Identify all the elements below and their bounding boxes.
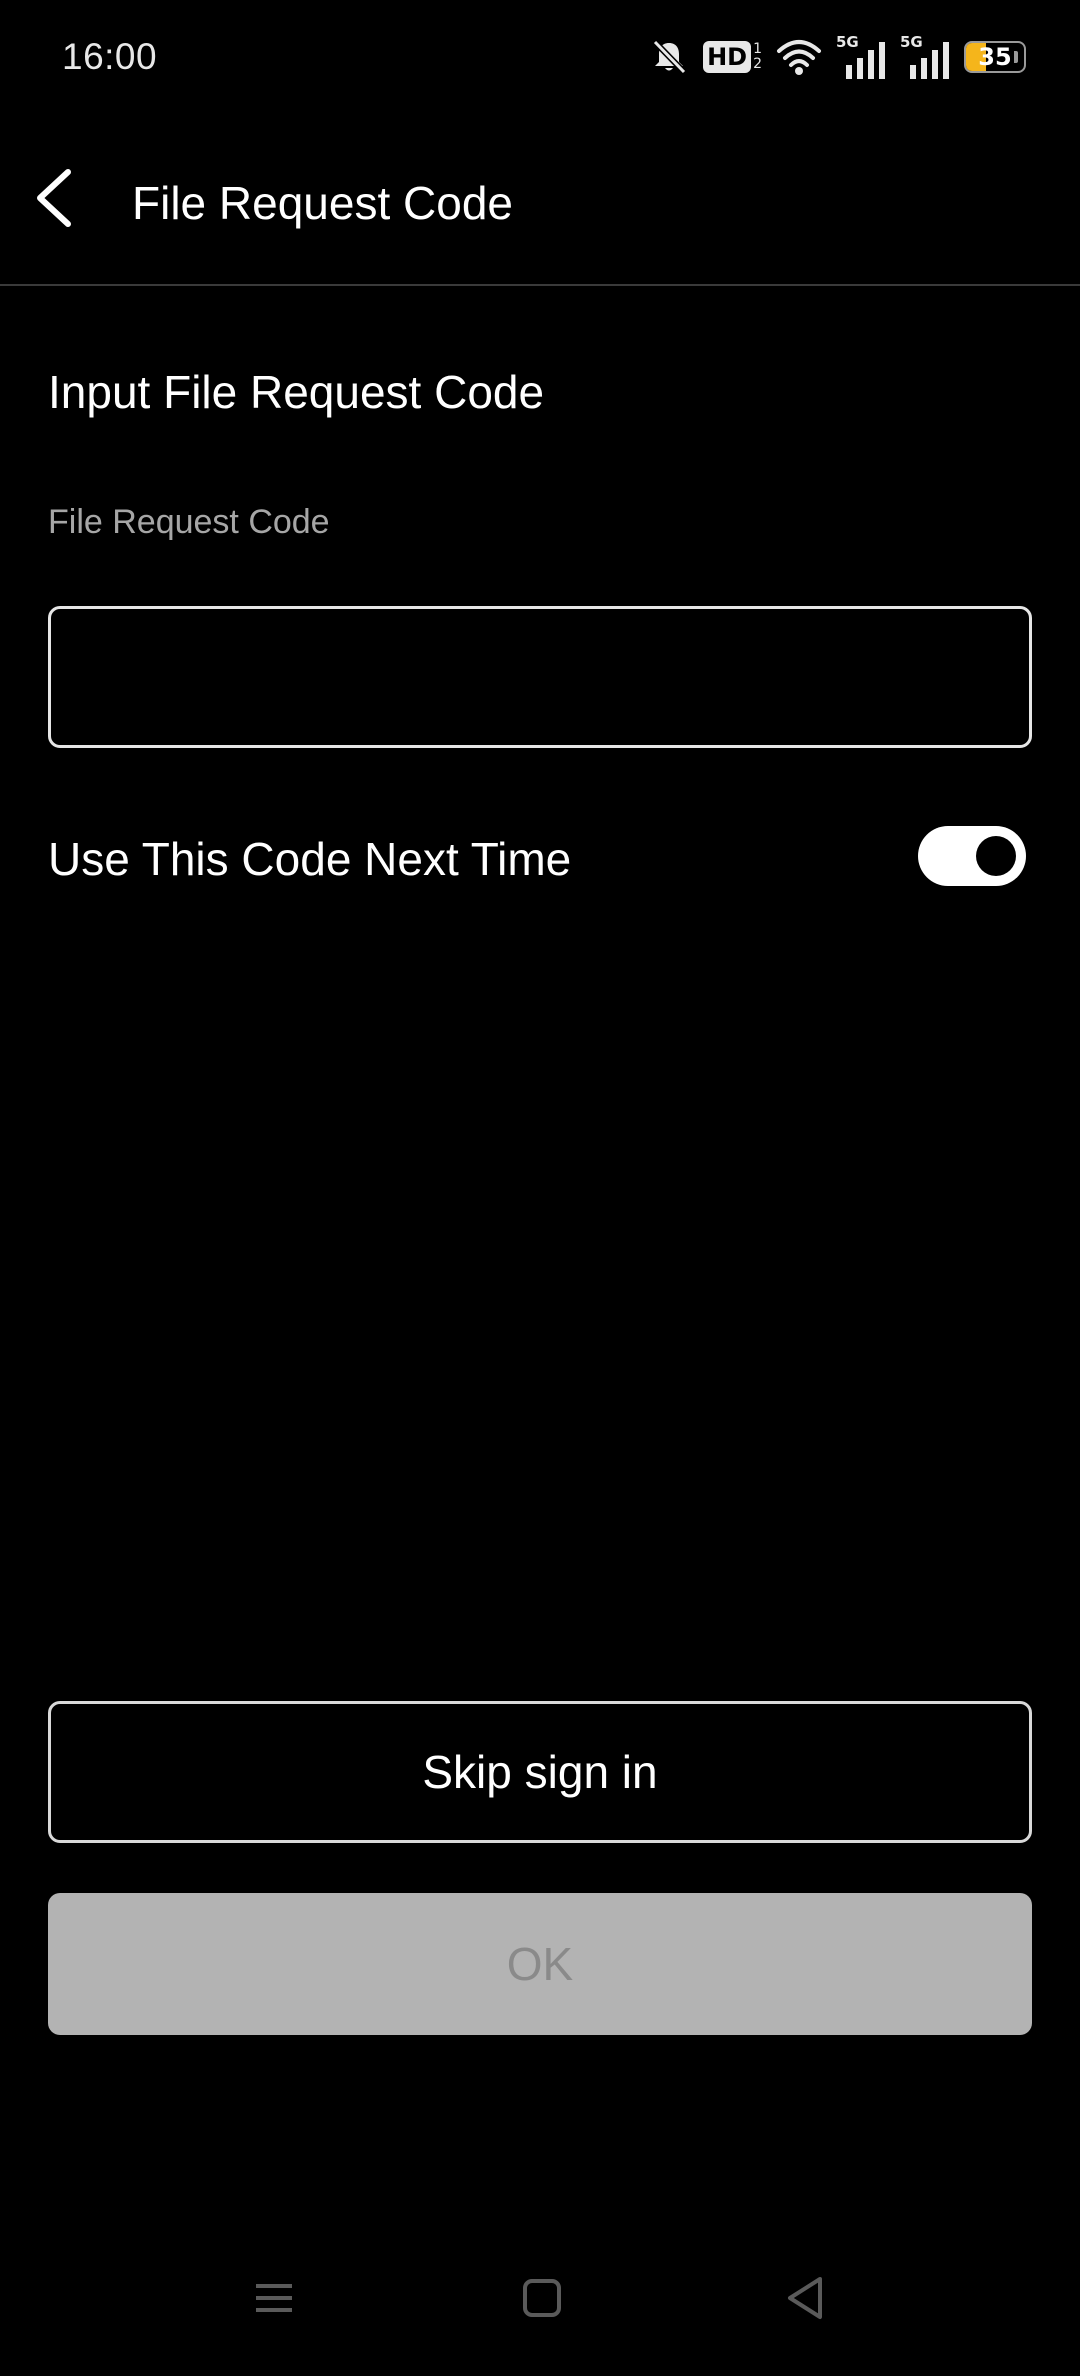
skip-sign-in-button[interactable]: Skip sign in [48, 1701, 1032, 1843]
signal-5g-icon: 5G [836, 33, 886, 79]
ok-button[interactable]: OK [48, 1893, 1032, 2035]
toggle-knob [976, 836, 1016, 876]
battery-percent: 35 [978, 43, 1012, 71]
code-field-label: File Request Code [48, 503, 330, 541]
hd-sub: 1 2 [753, 42, 762, 72]
signal-5g-icon: 5G [900, 33, 950, 79]
use-code-next-time-label: Use This Code Next Time [48, 833, 572, 885]
back-button[interactable] [14, 160, 94, 240]
file-request-code-input[interactable] [48, 606, 1032, 748]
system-nav-bar [0, 2250, 1080, 2376]
app-bar: File Request Code [0, 120, 1080, 286]
hd-sub-bottom: 2 [753, 56, 762, 72]
status-time: 16:00 [62, 36, 158, 77]
section-title: Input File Request Code [48, 366, 545, 418]
status-bar: 16:00 HD 1 2 5G 5G 35 [0, 0, 1080, 120]
back-triangle-icon [786, 2276, 826, 2325]
page-title: File Request Code [132, 177, 513, 229]
home-square-icon [522, 2278, 562, 2323]
hd-label: HD [703, 41, 752, 73]
use-code-next-time-row: Use This Code Next Time [48, 812, 1032, 904]
nav-home-button[interactable] [502, 2260, 582, 2340]
battery-icon: 35 [964, 41, 1026, 73]
hd-voice-icon: HD 1 2 [703, 41, 762, 73]
nav-menu-button[interactable] [234, 2260, 314, 2340]
status-icons: HD 1 2 5G 5G 35 [649, 33, 1026, 80]
hd-sub-top: 1 [753, 41, 762, 57]
menu-icon [254, 2280, 294, 2321]
nav-back-button[interactable] [766, 2260, 846, 2340]
use-code-next-time-toggle[interactable] [918, 826, 1026, 886]
bell-muted-icon [649, 37, 689, 77]
wifi-icon [776, 37, 822, 77]
battery-body: 35 [964, 41, 1026, 73]
chevron-left-icon [32, 166, 76, 235]
